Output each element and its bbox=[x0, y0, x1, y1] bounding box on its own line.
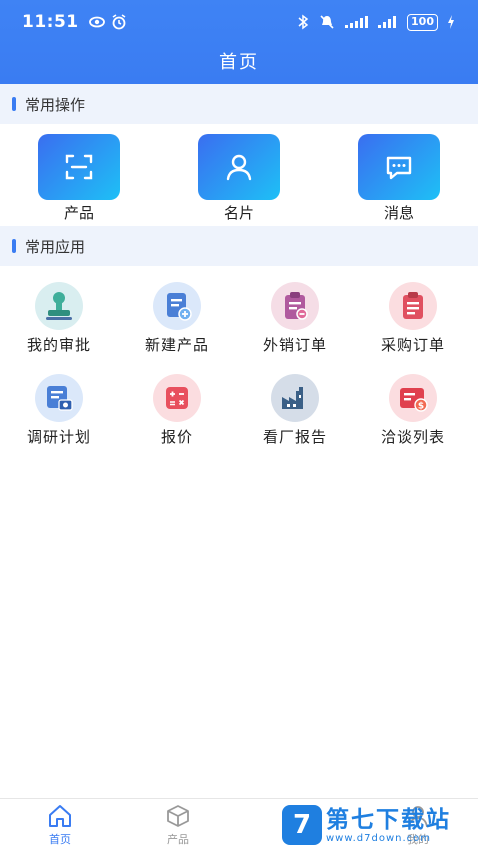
quick-actions-row: 产品 名片 消息 bbox=[0, 130, 478, 230]
section-title-quick: 常用操作 bbox=[25, 95, 86, 114]
quick-action-message[interactable]: 消息 bbox=[344, 130, 454, 223]
app-label: 新建产品 bbox=[144, 336, 209, 354]
cube-icon bbox=[167, 805, 189, 827]
message-icon bbox=[386, 156, 412, 180]
signal-icon bbox=[345, 16, 369, 28]
svg-text:$: $ bbox=[418, 402, 424, 412]
quick-action-label: 消息 bbox=[383, 204, 414, 222]
purchase-icon bbox=[389, 282, 437, 330]
home-icon bbox=[49, 805, 71, 827]
section-title-apps: 常用应用 bbox=[25, 237, 86, 256]
watermark-url: www.d7down.com bbox=[326, 832, 432, 844]
tab-label: 产品 bbox=[167, 833, 189, 846]
research-icon bbox=[35, 374, 83, 422]
section-marker bbox=[12, 239, 16, 253]
app-label: 洽谈列表 bbox=[380, 428, 445, 446]
watermark-logo: 7 bbox=[282, 805, 322, 845]
app-label: 看厂报告 bbox=[262, 428, 327, 446]
bluetooth-icon bbox=[298, 14, 309, 30]
section-marker bbox=[12, 97, 16, 111]
eye-icon bbox=[88, 16, 105, 28]
app-new-product[interactable]: 新建产品 bbox=[122, 282, 232, 355]
money-list-icon: $ bbox=[389, 374, 437, 422]
watermark: 7 第七下载站 www.d7down.com bbox=[282, 800, 478, 850]
calculator-icon bbox=[153, 374, 201, 422]
factory-icon bbox=[271, 374, 319, 422]
mute-icon bbox=[320, 15, 334, 29]
status-time: 11:51 bbox=[22, 12, 79, 32]
header: 11:51 100 首页 bbox=[0, 0, 478, 84]
page-title: 首页 bbox=[219, 52, 259, 73]
tab-home[interactable]: 首页 bbox=[30, 803, 90, 847]
clipboard-icon bbox=[271, 282, 319, 330]
scan-icon bbox=[65, 154, 93, 180]
app-my-approval[interactable]: 我的审批 bbox=[4, 282, 114, 355]
app-negotiation-list[interactable]: $ 洽谈列表 bbox=[358, 374, 468, 447]
app-export-order[interactable]: 外销订单 bbox=[240, 282, 350, 355]
charging-icon bbox=[448, 15, 454, 29]
battery-level: 100 bbox=[407, 13, 438, 31]
quick-tile[interactable] bbox=[358, 134, 440, 200]
signal-icon-2 bbox=[378, 16, 397, 28]
stamp-icon bbox=[35, 282, 83, 330]
app-quote[interactable]: 报价 bbox=[122, 374, 232, 447]
section-apps: 常用应用 bbox=[0, 226, 478, 266]
new-doc-icon bbox=[153, 282, 201, 330]
section-quick-actions: 常用操作 bbox=[0, 84, 478, 124]
app-factory-report[interactable]: 看厂报告 bbox=[240, 374, 350, 447]
quick-tile[interactable] bbox=[38, 134, 120, 200]
app-label: 采购订单 bbox=[380, 336, 445, 354]
app-label: 外销订单 bbox=[262, 336, 327, 354]
tab-product[interactable]: 产品 bbox=[148, 803, 208, 847]
quick-action-label: 名片 bbox=[223, 204, 254, 222]
app-purchase-order[interactable]: 采购订单 bbox=[358, 282, 468, 355]
status-bar: 11:51 100 bbox=[0, 0, 478, 44]
app-research-plan[interactable]: 调研计划 bbox=[4, 374, 114, 447]
quick-action-card[interactable]: 名片 bbox=[184, 130, 294, 223]
alarm-icon bbox=[112, 14, 126, 30]
person-icon bbox=[226, 154, 252, 181]
watermark-title: 第七下载站 bbox=[326, 806, 451, 833]
quick-tile[interactable] bbox=[198, 134, 280, 200]
app-label: 报价 bbox=[160, 428, 193, 446]
app-label: 调研计划 bbox=[26, 428, 91, 446]
tab-label: 首页 bbox=[49, 833, 71, 846]
quick-action-product[interactable]: 产品 bbox=[24, 130, 134, 223]
quick-action-label: 产品 bbox=[63, 204, 94, 222]
app-label: 我的审批 bbox=[26, 336, 91, 354]
